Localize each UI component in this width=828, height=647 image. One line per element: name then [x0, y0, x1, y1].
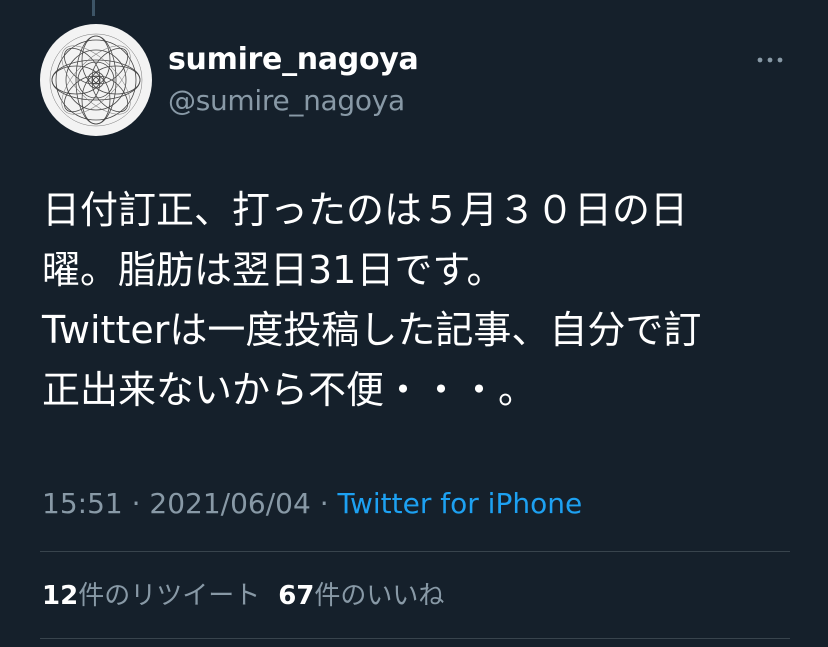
avatar-pattern-image [49, 33, 143, 127]
tweet-time[interactable]: 15:51 [42, 487, 123, 520]
engagement-stats: 12件のリツイート 67件のいいね [42, 578, 444, 614]
author-display-name[interactable]: sumire_nagoya [168, 42, 419, 78]
tweet-text-line: 曜。脂肪は翌日31日です。 [42, 248, 505, 292]
tweet-date[interactable]: 2021/06/04 [149, 487, 310, 520]
more-horizontal-icon[interactable] [754, 48, 786, 72]
like-label: 件のいいね [314, 581, 445, 611]
thread-connector-line [92, 0, 95, 16]
retweet-label: 件のリツイート [78, 581, 261, 611]
tweet-text-line: 正出来ないから不便・・・。 [42, 368, 537, 412]
tweet-metadata: 15:51 · 2021/06/04 · Twitter for iPhone [42, 486, 582, 522]
likes-stat[interactable]: 67件のいいね [278, 581, 444, 611]
tweet-source-link[interactable]: Twitter for iPhone [338, 487, 583, 520]
like-count: 67 [278, 581, 315, 611]
tweet-text-line: Twitterは一度投稿した記事、自分で訂 [42, 308, 702, 352]
divider [40, 638, 790, 639]
retweet-count: 12 [42, 581, 79, 611]
retweets-stat[interactable]: 12件のリツイート [42, 581, 260, 611]
divider [40, 551, 790, 552]
meta-separator: · [319, 487, 329, 520]
tweet-text-line: 日付訂正、打ったのは５月３０日の日 [42, 188, 689, 232]
meta-separator: · [131, 487, 141, 520]
author-handle[interactable]: @sumire_nagoya [168, 84, 405, 118]
avatar[interactable] [40, 24, 152, 136]
tweet-text: 日付訂正、打ったのは５月３０日の日 曜。脂肪は翌日31日です。 Twitterは… [42, 180, 802, 420]
